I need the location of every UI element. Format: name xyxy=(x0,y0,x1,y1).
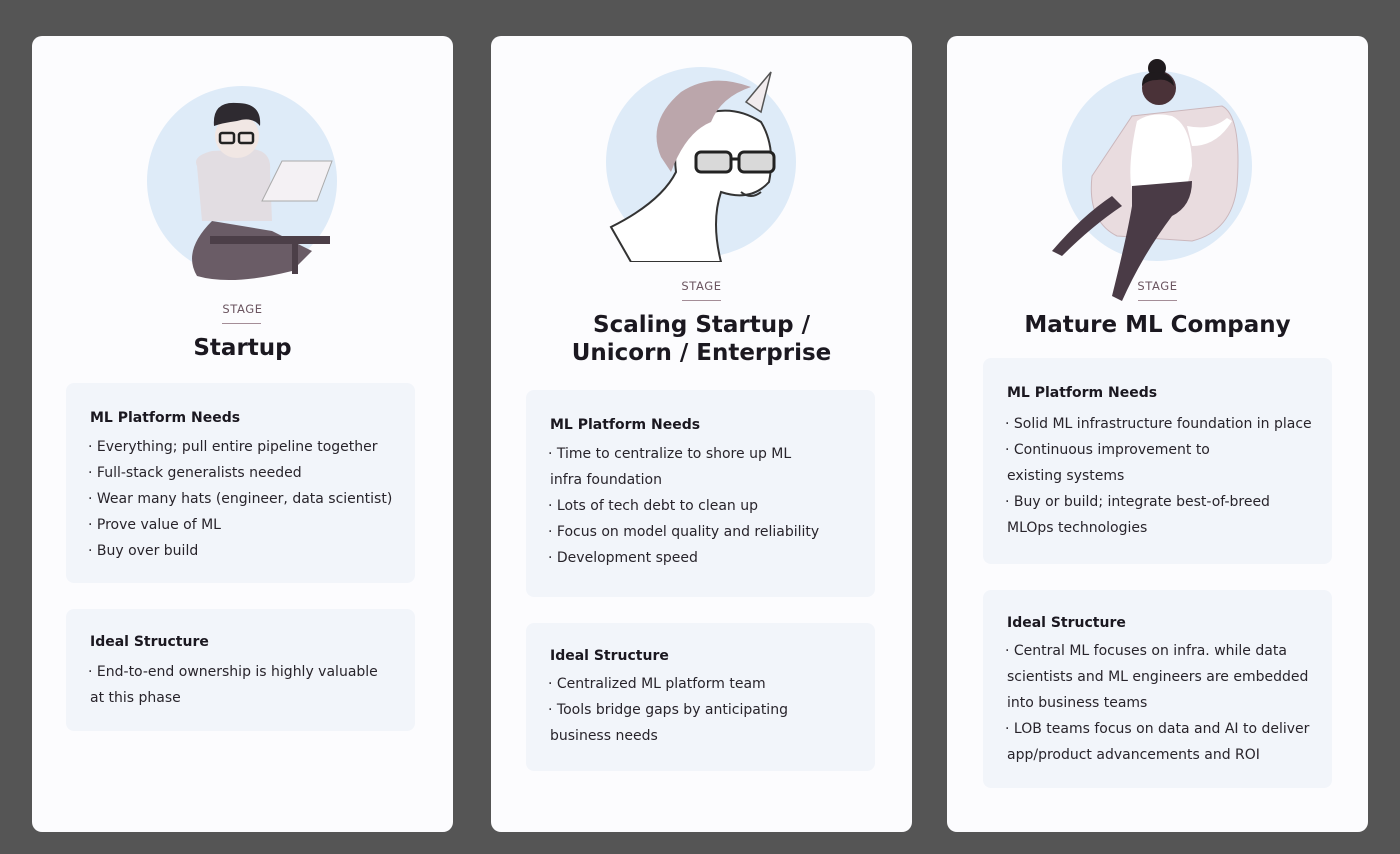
list-item: Lots of tech debt to clean up xyxy=(548,493,819,519)
list-item: Everything; pull entire pipeline togethe… xyxy=(88,434,392,460)
stage-title: Scaling Startup / Unicorn / Enterprise xyxy=(571,312,832,366)
list-item: Wear many hats (engineer, data scientist… xyxy=(88,486,392,512)
stage-label: STAGE xyxy=(681,279,722,293)
stage-divider xyxy=(222,323,261,324)
structure-heading: Ideal Structure xyxy=(1007,615,1126,631)
structure-list: Centralized ML platform team Tools bridg… xyxy=(548,671,788,749)
list-item: End-to-end ownership is highly valuablea… xyxy=(88,659,378,711)
list-item: Full-stack generalists needed xyxy=(88,460,392,486)
stage-divider xyxy=(682,300,721,301)
list-item: Central ML focuses on infra. while datas… xyxy=(1005,638,1309,716)
woman-illustration xyxy=(1032,56,1262,306)
needs-list: Solid ML infrastructure foundation in pl… xyxy=(1005,411,1312,541)
list-item: Prove value of ML xyxy=(88,512,392,538)
ml-platform-needs-box: ML Platform Needs Time to centralize to … xyxy=(526,390,875,597)
developer-with-laptop-icon xyxy=(192,102,333,280)
needs-heading: ML Platform Needs xyxy=(1007,385,1158,401)
stage-label: STAGE xyxy=(1137,279,1178,293)
list-item: Development speed xyxy=(548,545,819,571)
list-item: Tools bridge gaps by anticipatingbusines… xyxy=(548,697,788,749)
ideal-structure-box: Ideal Structure End-to-end ownership is … xyxy=(66,609,415,731)
structure-list: Central ML focuses on infra. while datas… xyxy=(1005,638,1309,768)
ml-platform-needs-box: ML Platform Needs Solid ML infrastructur… xyxy=(983,358,1332,564)
stage-card-scaling: STAGE Scaling Startup / Unicorn / Enterp… xyxy=(491,36,912,832)
unicorn-illustration xyxy=(601,62,801,262)
list-item: Focus on model quality and reliability xyxy=(548,519,819,545)
unicorn-with-glasses-icon xyxy=(609,71,776,262)
structure-heading: Ideal Structure xyxy=(90,634,209,650)
list-item: Solid ML infrastructure foundation in pl… xyxy=(1005,411,1312,437)
stage-divider xyxy=(1138,300,1177,301)
structure-heading: Ideal Structure xyxy=(550,648,669,664)
needs-heading: ML Platform Needs xyxy=(90,410,241,426)
list-item: Buy or build; integrate best-of-breedMLO… xyxy=(1005,489,1312,541)
list-item: Buy over build xyxy=(88,538,392,564)
ml-platform-needs-box: ML Platform Needs Everything; pull entir… xyxy=(66,383,415,583)
list-item: Continuous improvement toexisting system… xyxy=(1005,437,1312,489)
stage-label: STAGE xyxy=(222,302,263,316)
list-item: Time to centralize to shore up MLinfra f… xyxy=(548,441,819,493)
stage-card-mature: STAGE Mature ML Company ML Platform Need… xyxy=(947,36,1368,832)
developer-illustration xyxy=(142,71,342,281)
needs-list: Everything; pull entire pipeline togethe… xyxy=(88,434,392,564)
needs-list: Time to centralize to shore up MLinfra f… xyxy=(548,441,819,571)
ideal-structure-box: Ideal Structure Central ML focuses on in… xyxy=(983,590,1332,788)
stage-card-startup: STAGE Startup ML Platform Needs Everythi… xyxy=(32,36,453,832)
stage-title: Mature ML Company xyxy=(1024,312,1291,338)
stage-title: Startup xyxy=(193,335,292,361)
needs-heading: ML Platform Needs xyxy=(550,417,701,433)
structure-list: End-to-end ownership is highly valuablea… xyxy=(88,659,378,711)
ideal-structure-box: Ideal Structure Centralized ML platform … xyxy=(526,623,875,771)
list-item: LOB teams focus on data and AI to delive… xyxy=(1005,716,1309,768)
woman-in-armchair-icon xyxy=(1052,59,1239,301)
list-item: Centralized ML platform team xyxy=(548,671,788,697)
